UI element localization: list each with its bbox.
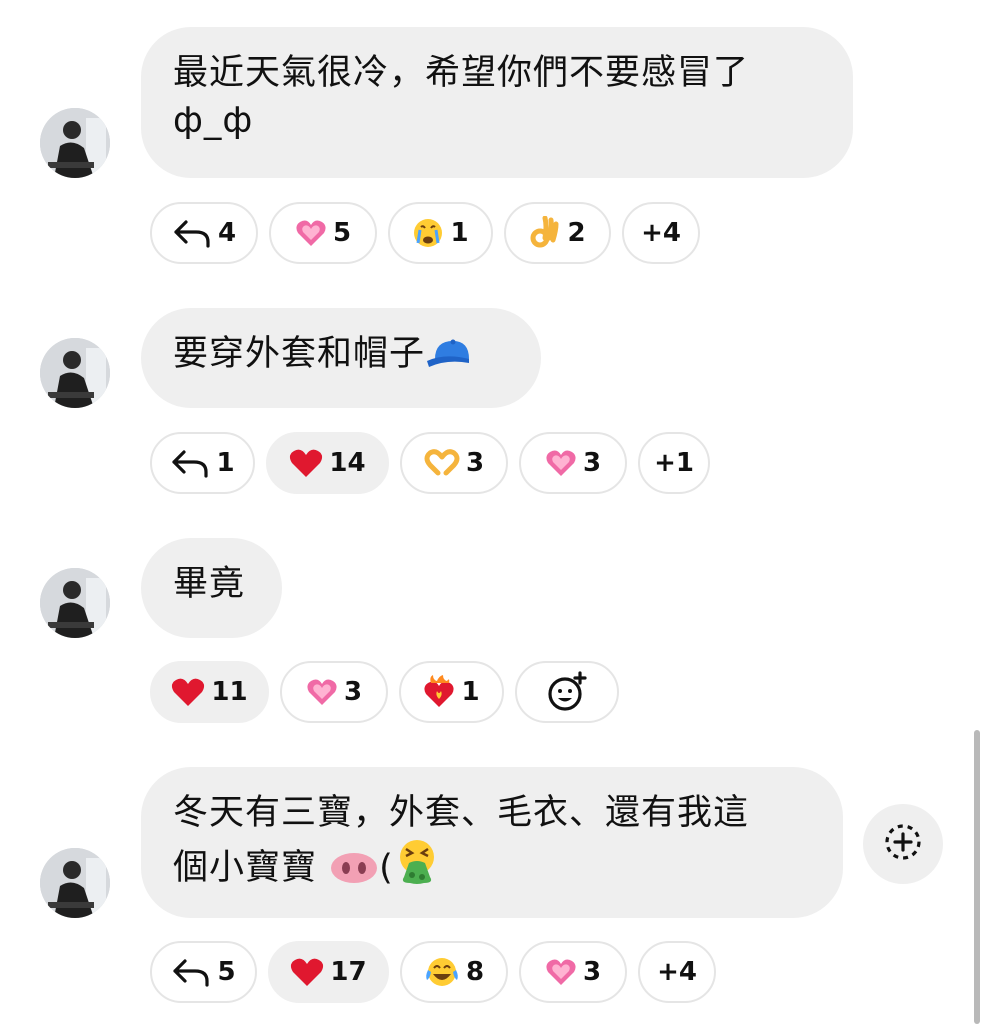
- avatar[interactable]: [40, 568, 110, 638]
- reaction-pill[interactable]: 1: [399, 661, 504, 723]
- message-bubble[interactable]: 畢竟: [141, 538, 282, 638]
- red-heart-icon: [289, 448, 323, 478]
- reaction-pill[interactable]: 3: [400, 432, 508, 494]
- reaction-count: 5: [332, 218, 352, 248]
- reaction-count: 3: [582, 448, 602, 478]
- crying-face-icon: [412, 217, 444, 249]
- reaction-count: 11: [211, 677, 248, 707]
- more-reactions-button[interactable]: +4: [622, 202, 700, 264]
- vomiting-face-icon: [394, 837, 440, 898]
- reaction-count: 1: [450, 218, 469, 248]
- message-text: (: [379, 848, 394, 888]
- reaction-bar: 11 3 1: [150, 661, 619, 723]
- tears-of-joy-icon: [424, 956, 460, 988]
- add-reaction-button[interactable]: [515, 661, 619, 723]
- message-text: 畢竟: [173, 564, 246, 604]
- reaction-count: 1: [216, 448, 235, 478]
- add-reaction-dotted-icon: [882, 821, 924, 867]
- message-text: 最近天氣很冷，希望你們不要感冒了: [173, 53, 750, 93]
- avatar[interactable]: [40, 108, 110, 178]
- message-bubble[interactable]: 要穿外套和帽子: [141, 308, 541, 408]
- reaction-pill[interactable]: 1: [388, 202, 493, 264]
- reply-button[interactable]: 4: [150, 202, 258, 264]
- heart-on-fire-icon: [423, 675, 455, 709]
- reaction-bar: 1 14 3 3 +1: [150, 432, 710, 494]
- reply-icon: [172, 218, 212, 248]
- reaction-count: 1: [461, 677, 480, 707]
- avatar[interactable]: [40, 338, 110, 408]
- pig-nose-icon: [329, 850, 379, 898]
- reaction-bar: 4 5 1 2 +4: [150, 202, 700, 264]
- scrollbar[interactable]: [974, 730, 980, 1024]
- heart-hands-icon: [424, 449, 460, 477]
- reply-icon: [171, 957, 211, 987]
- message-text: 個小寶寶: [173, 848, 318, 888]
- message-bubble[interactable]: 冬天有三寶，外套、毛衣、還有我這 個小寶寶 (: [141, 767, 843, 918]
- reaction-pill[interactable]: 11: [150, 661, 269, 723]
- reaction-count: 2: [567, 218, 586, 248]
- reaction-pill[interactable]: 8: [400, 941, 508, 1003]
- sparkling-heart-icon: [545, 957, 577, 987]
- red-heart-icon: [290, 957, 324, 987]
- reaction-count: 14: [329, 448, 366, 478]
- message-text: ф_ф: [173, 101, 254, 141]
- reaction-pill[interactable]: 14: [266, 432, 389, 494]
- message-text: 要穿外套和帽子: [173, 334, 426, 374]
- red-heart-icon: [171, 677, 205, 707]
- reaction-pill[interactable]: 17: [268, 941, 389, 1003]
- sparkling-heart-icon: [545, 448, 577, 478]
- reaction-pill[interactable]: 2: [504, 202, 611, 264]
- reply-button[interactable]: 1: [150, 432, 255, 494]
- reaction-count: +1: [654, 448, 694, 478]
- add-reaction-side-button[interactable]: [863, 804, 943, 884]
- reaction-count: +4: [641, 218, 681, 248]
- reaction-count: +4: [657, 957, 697, 987]
- reaction-count: 17: [330, 957, 367, 987]
- reaction-pill[interactable]: 3: [519, 941, 627, 1003]
- more-reactions-button[interactable]: +1: [638, 432, 710, 494]
- reply-icon: [170, 448, 210, 478]
- reaction-count: 3: [465, 448, 485, 478]
- ok-hand-icon: [529, 216, 561, 250]
- reaction-pill[interactable]: 3: [519, 432, 627, 494]
- reaction-count: 3: [343, 677, 363, 707]
- more-reactions-button[interactable]: +4: [638, 941, 716, 1003]
- sparkling-heart-icon: [295, 218, 327, 248]
- add-reaction-icon: [546, 671, 588, 713]
- reaction-count: 3: [582, 957, 602, 987]
- message-bubble[interactable]: 最近天氣很冷，希望你們不要感冒了 ф_ф: [141, 27, 853, 178]
- blue-cap-icon: [425, 336, 477, 384]
- reaction-pill[interactable]: 5: [269, 202, 377, 264]
- reaction-bar: 5 17 8 3 +4: [150, 941, 716, 1003]
- reaction-pill[interactable]: 3: [280, 661, 388, 723]
- reaction-count: 8: [465, 957, 485, 987]
- avatar[interactable]: [40, 848, 110, 918]
- reaction-count: 4: [217, 218, 237, 248]
- reaction-count: 5: [217, 957, 236, 987]
- message-text: 冬天有三寶，外套、毛衣、還有我這: [173, 793, 750, 833]
- sparkling-heart-icon: [306, 677, 338, 707]
- reply-button[interactable]: 5: [150, 941, 257, 1003]
